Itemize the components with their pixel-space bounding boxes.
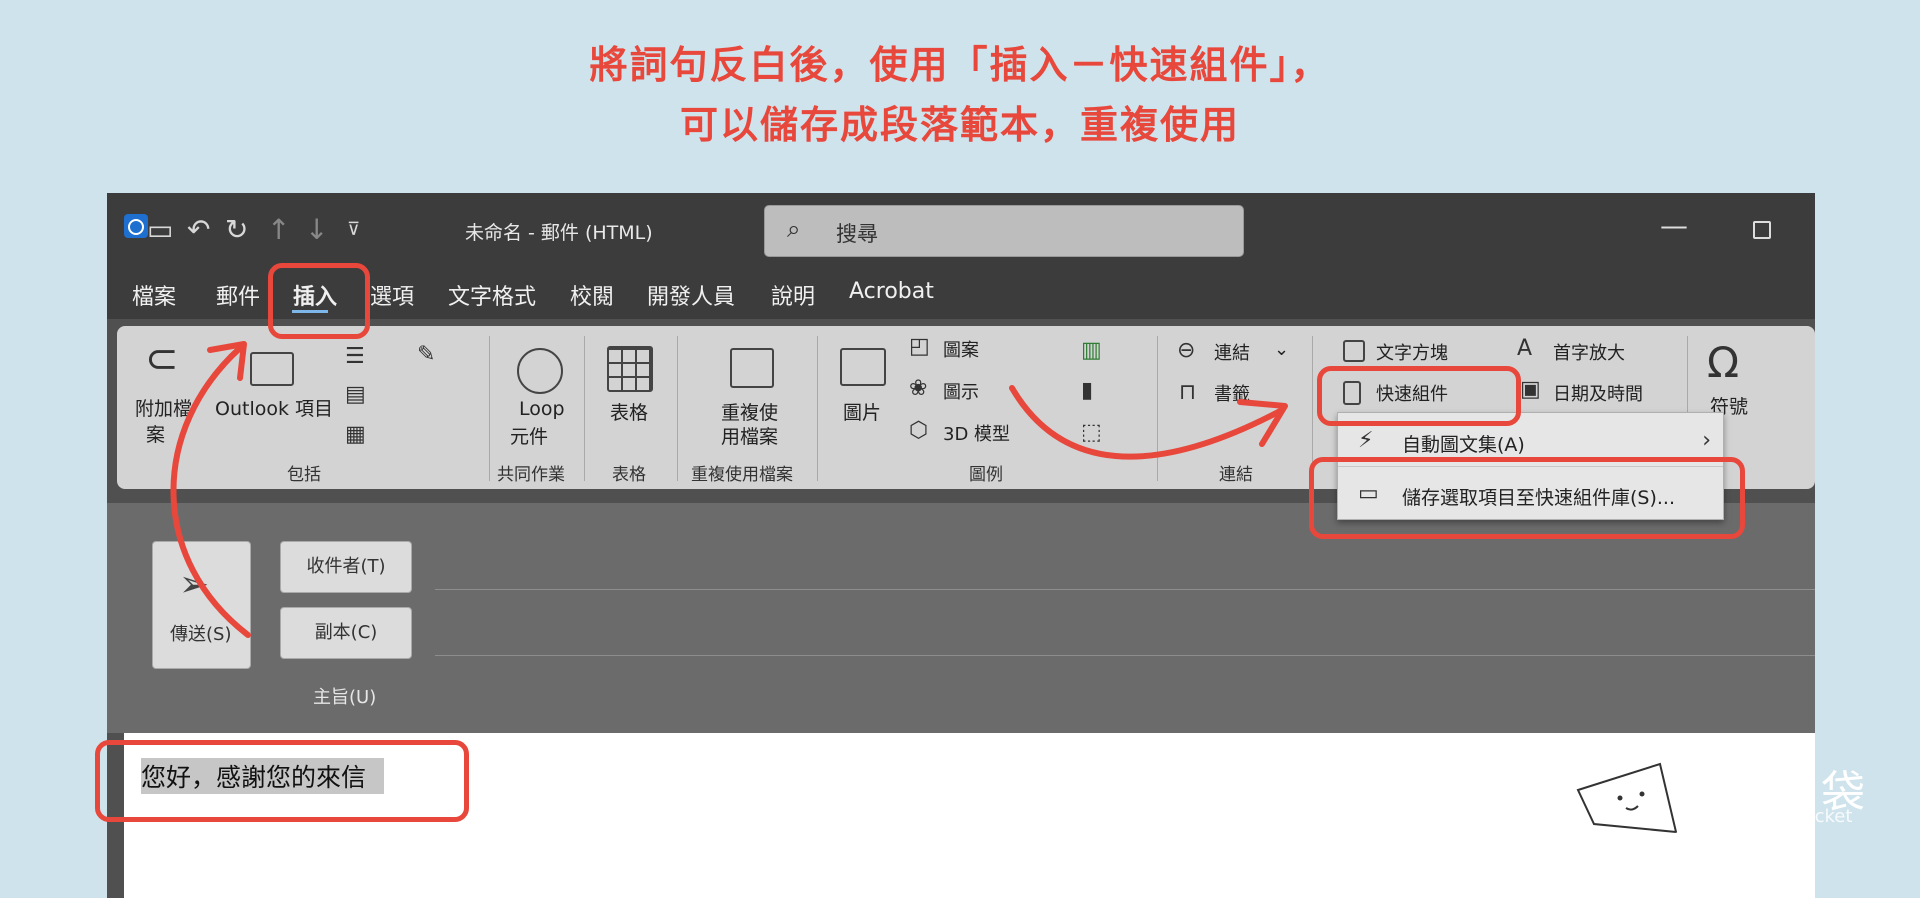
arrow-body-to-insert (170, 345, 251, 638)
watermark-subtitle: Money Pocket (1728, 806, 1853, 827)
arrow-ribbon-to-quickparts (1009, 385, 1285, 460)
money-pocket-logo (1568, 762, 1695, 842)
